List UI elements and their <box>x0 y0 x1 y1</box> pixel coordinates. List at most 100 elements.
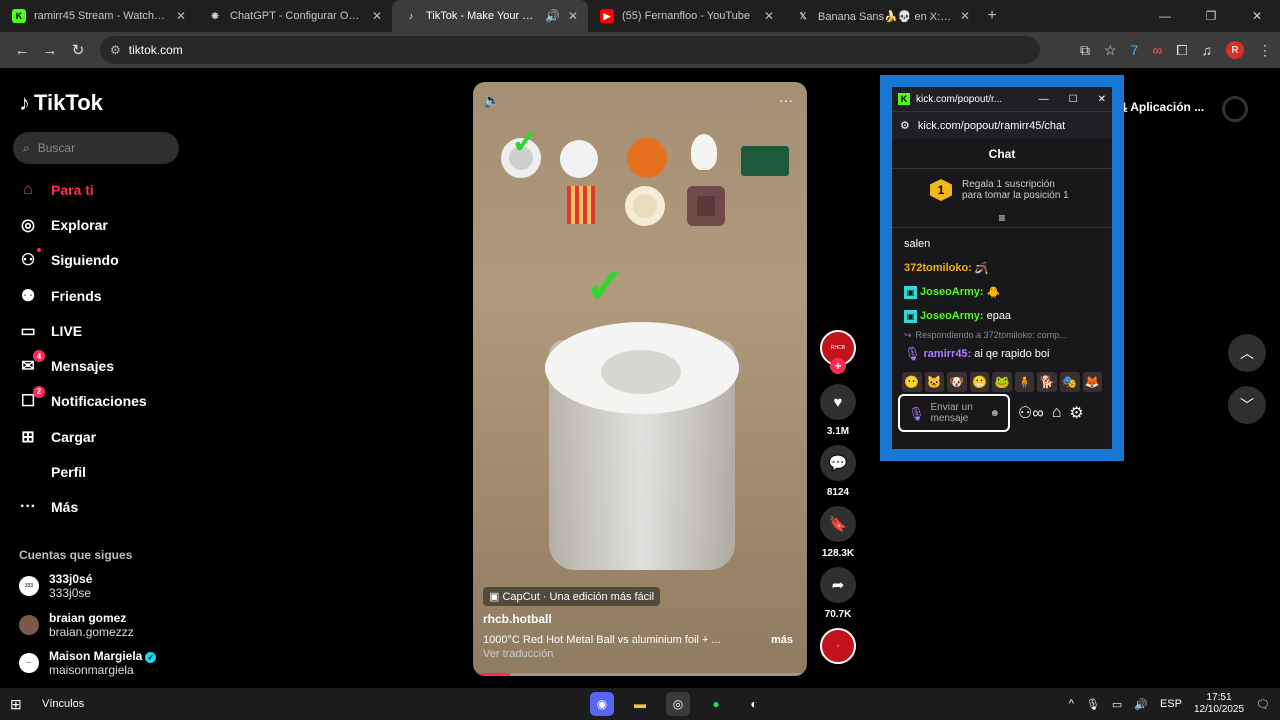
like-button[interactable]: ♥ <box>820 384 856 420</box>
close-tab-icon[interactable]: ✕ <box>372 9 382 23</box>
sidebar-item-cargar[interactable]: ⊞ Cargar <box>19 419 147 454</box>
store-icon[interactable]: ⌂ <box>1052 404 1062 422</box>
sidebar-item-explorar[interactable]: ◎ Explorar <box>19 207 147 242</box>
sidebar-item-para-ti[interactable]: ⌂ Para ti <box>19 172 147 207</box>
emote-icon[interactable]: 🦊 <box>1082 372 1103 392</box>
language-indicator[interactable]: ESP <box>1160 698 1182 710</box>
sidebar-item-live[interactable]: ▭ LIVE <box>19 313 147 348</box>
network-icon[interactable]: ▭ <box>1112 698 1122 711</box>
capcut-banner[interactable]: ▣ CapCut · Una edición más fácil <box>483 587 661 606</box>
next-video-button[interactable]: ﹀ <box>1228 386 1266 424</box>
taskbar-links-label[interactable]: Vínculos <box>42 698 84 710</box>
tab-tiktok[interactable]: ♪ TikTok - Make Your Day 🔊 ✕ <box>392 0 588 32</box>
volume-tray-icon[interactable]: 🔊 <box>1134 698 1148 711</box>
notifications-tray-icon[interactable]: 🗨 <box>1256 698 1270 711</box>
close-tab-icon[interactable]: ✕ <box>176 9 186 23</box>
chat-username[interactable]: JoseoArmy: <box>920 286 984 298</box>
collapse-pinned-icon[interactable]: ≡ <box>892 211 1112 228</box>
site-info-icon[interactable]: ⚙ <box>110 43 121 57</box>
sidebar-item-notificaciones[interactable]: ☐ 2 Notificaciones <box>19 384 147 419</box>
points-icon[interactable]: ⚇∞ <box>1018 403 1044 423</box>
back-icon[interactable]: ← <box>8 42 36 59</box>
tab-youtube[interactable]: ▶ (55) Fernanfloo - YouTube ✕ <box>588 0 784 32</box>
translate-link[interactable]: Ver traducción <box>483 648 553 660</box>
menu-dots-icon[interactable]: ⋮ <box>1258 42 1272 59</box>
bookmark-star-icon[interactable]: ☆ <box>1104 42 1117 59</box>
sidebar-item-friends[interactable]: ⚉ Friends <box>19 278 147 313</box>
tray-chevron-icon[interactable]: ^ <box>1069 698 1074 710</box>
reply-reference[interactable]: ↪ Respondiendo a 372tomiloko: comp... <box>904 328 1100 342</box>
video-options-icon[interactable]: ··· <box>779 92 793 109</box>
close-tab-icon[interactable]: ✕ <box>568 9 578 23</box>
get-app-button[interactable]: ⤓ Aplicación ... <box>1122 100 1204 115</box>
extension-7tv-icon[interactable]: 7 <box>1131 42 1139 58</box>
volume-icon[interactable]: 🔈 <box>483 92 500 109</box>
video-player[interactable]: 🔈 ··· ✓ ✓ ▣ CapCut · Una edición más fác… <box>473 82 807 676</box>
maximize-icon[interactable]: ☐ <box>1069 94 1078 105</box>
sidebar-item-siguiendo[interactable]: ⚇ Siguiendo <box>19 243 147 278</box>
chat-input[interactable]: 🎙 Enviar un mensaje ☻ <box>898 394 1010 432</box>
minimize-icon[interactable]: — <box>1039 94 1049 105</box>
reload-icon[interactable]: ↻ <box>64 41 92 59</box>
speaker-icon[interactable]: 🔊 <box>545 9 560 23</box>
discord-icon[interactable]: ◉ <box>590 692 614 716</box>
following-account[interactable]: 333 333j0sé 333j0se <box>19 572 92 600</box>
previous-video-button[interactable]: ︿ <box>1228 334 1266 372</box>
tab-kick[interactable]: K ramirr45 Stream - Watch Live o ✕ <box>0 0 196 32</box>
close-tab-icon[interactable]: ✕ <box>764 9 774 23</box>
following-account[interactable]: — Maison Margiela ✓ maisonmargiela <box>19 649 157 677</box>
following-account[interactable]: braian gomez braian.gomezzz <box>19 611 134 639</box>
emote-icon[interactable]: 😶 <box>902 372 922 392</box>
media-icon[interactable]: ♫ <box>1202 42 1213 58</box>
chrome-icon[interactable]: ◎ <box>666 692 690 716</box>
emote-icon[interactable]: 🐶 <box>947 372 967 392</box>
sidebar-item-perfil[interactable]: Perfil <box>19 454 147 489</box>
emote-icon[interactable]: 🎭 <box>1059 372 1080 392</box>
mic-tray-icon[interactable]: 🎙 <box>1086 698 1100 711</box>
emote-icon[interactable]: 🐱 <box>924 372 945 392</box>
restore-icon[interactable]: ❐ <box>1188 0 1234 32</box>
clock[interactable]: 17:51 12/10/2025 <box>1194 692 1244 716</box>
search-input[interactable]: ⌕ Buscar <box>13 132 179 164</box>
comment-button[interactable]: 💬 <box>820 445 856 481</box>
close-icon[interactable]: ✕ <box>1098 94 1106 105</box>
profile-avatar[interactable]: R <box>1226 41 1244 59</box>
new-tab-button[interactable]: + <box>980 0 1004 32</box>
chat-username[interactable]: 372tomiloko: <box>904 262 972 274</box>
tab-x[interactable]: 𝕏 Banana Sans🍌💀 en X: "https: ✕ <box>784 0 980 32</box>
chat-username[interactable]: JoseoArmy: <box>920 310 984 322</box>
video-author[interactable]: rhcb.hotball <box>483 612 552 626</box>
spotify-icon[interactable]: ● <box>704 692 728 716</box>
user-avatar-ring[interactable] <box>1222 96 1248 122</box>
sidebar-item-mensajes[interactable]: ✉ 4 Mensajes <box>19 348 147 383</box>
more-link[interactable]: más <box>771 634 793 646</box>
emote-icon[interactable]: 🐕 <box>1037 372 1057 392</box>
forward-icon[interactable]: → <box>36 42 64 59</box>
close-window-icon[interactable]: ✕ <box>1234 0 1280 32</box>
close-tab-icon[interactable]: ✕ <box>960 9 970 23</box>
emote-icon[interactable]: 🧍 <box>1014 372 1035 392</box>
cast-icon[interactable]: ⧉ <box>1080 42 1090 59</box>
emoji-icon[interactable]: ☻ <box>989 408 1000 419</box>
settings-gear-icon[interactable]: ⚙ <box>1069 403 1083 423</box>
sidebar-item-mas[interactable]: ··· Más <box>19 490 147 525</box>
tab-chatgpt[interactable]: ❋ ChatGPT - Configurar OBS para ✕ <box>196 0 392 32</box>
tiktok-logo[interactable]: ♪ TikTok <box>19 90 103 116</box>
sound-disc[interactable]: ♪ <box>820 628 856 664</box>
share-button[interactable]: ➦ <box>820 567 856 603</box>
video-progress-bar[interactable] <box>473 673 807 676</box>
windows-start-icon[interactable]: ⊞ <box>10 696 30 713</box>
popup-url-bar[interactable]: ⚙ kick.com/popout/ramirr45/chat <box>892 111 1112 139</box>
follow-plus-icon[interactable]: + <box>830 358 846 374</box>
chat-username[interactable]: ramirr45: <box>924 348 972 360</box>
gift-sub-banner[interactable]: 1 Regala 1 suscripción para tomar la posi… <box>892 169 1112 211</box>
file-explorer-icon[interactable]: ▬ <box>628 692 652 716</box>
minimize-icon[interactable]: — <box>1142 0 1188 32</box>
save-button[interactable]: 🔖 <box>820 506 856 542</box>
emote-icon[interactable]: 🐸 <box>992 372 1012 392</box>
obs-icon[interactable]: ◐ <box>742 692 766 716</box>
puzzle-icon[interactable]: ⧠ <box>1176 42 1187 59</box>
extension-icon[interactable]: ∞ <box>1152 42 1162 58</box>
emote-icon[interactable]: 😬 <box>969 372 990 392</box>
address-bar[interactable]: ⚙ tiktok.com <box>100 36 1040 64</box>
